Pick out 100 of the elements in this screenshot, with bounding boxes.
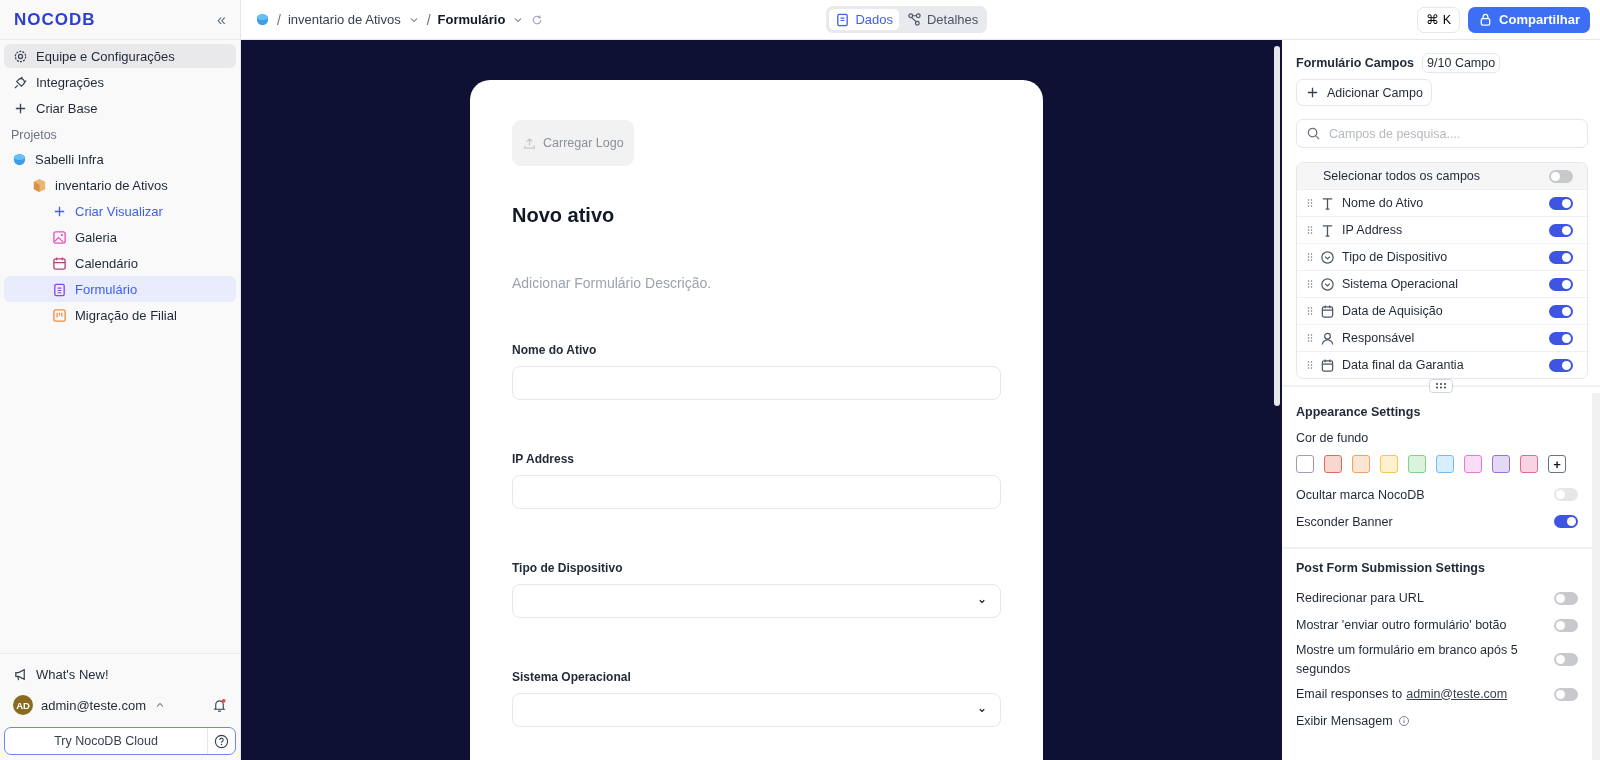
view-item[interactable]: Calendário (4, 250, 236, 276)
color-swatch[interactable] (1436, 455, 1454, 473)
setting-label: Email responses to admin@teste.com (1296, 685, 1508, 703)
setting-label: Ocultar marca NocoDB (1296, 487, 1425, 502)
section-heading: Post Form Submission Settings (1296, 561, 1486, 575)
drag-handle-icon[interactable] (1307, 279, 1313, 289)
toggle-switch[interactable] (1549, 250, 1573, 264)
user-icon (1320, 330, 1335, 346)
search-field[interactable]: Campos de pesquisa.... (1296, 119, 1588, 148)
select-all-label: Selecionar todos os campos (1323, 169, 1482, 183)
breadcrumb-link[interactable]: Formulário (437, 12, 506, 27)
view-name: Calendário (75, 255, 138, 271)
view-name: Criar Visualizar (75, 203, 163, 219)
field-label: Sistema Operacional (512, 670, 632, 684)
view-item[interactable]: Criar Visualizar (4, 198, 236, 224)
add-color-button[interactable]: + (1548, 455, 1566, 473)
toggle-switch[interactable] (1549, 169, 1573, 183)
color-swatch[interactable] (1520, 455, 1538, 473)
info-icon[interactable] (1397, 715, 1410, 727)
help-icon[interactable] (214, 733, 229, 749)
toggle-switch[interactable] (1554, 592, 1578, 605)
nodes-icon (906, 12, 922, 27)
upload-icon (522, 135, 537, 151)
table-name: inventario de Ativos (55, 177, 168, 193)
database-icon (12, 151, 27, 167)
toggle-switch[interactable] (1554, 515, 1578, 528)
field-name: Responsável (1342, 331, 1416, 345)
toggle-switch[interactable] (1549, 304, 1573, 318)
drag-handle-icon[interactable] (1307, 252, 1313, 262)
collapse-sidebar-button[interactable]: « (217, 10, 226, 29)
view-tab[interactable]: Detalhes (900, 9, 985, 30)
view-item[interactable]: Formulário (4, 276, 236, 302)
drag-handle-icon[interactable] (1307, 306, 1313, 316)
calendar-icon (1320, 357, 1335, 373)
field-label: Nome do Ativo (512, 343, 598, 357)
plus-icon (1305, 85, 1320, 100)
setting-label: Esconder Banner (1296, 514, 1393, 529)
toggle-switch[interactable] (1554, 653, 1578, 667)
bell-icon[interactable] (212, 697, 227, 713)
color-swatch[interactable] (1492, 455, 1510, 473)
drag-handle-icon[interactable] (1307, 360, 1313, 370)
toggle-switch[interactable] (1554, 687, 1578, 701)
reload-icon[interactable] (531, 13, 544, 26)
view-item[interactable]: Galeria (4, 224, 236, 250)
share-button[interactable]: Compartilhar (1468, 6, 1590, 33)
setting-label: Mostre um formulário em branco após 5 segundos (1296, 642, 1519, 678)
toggle-switch[interactable] (1549, 277, 1573, 291)
toggle-switch[interactable] (1549, 331, 1573, 345)
color-swatch[interactable] (1352, 455, 1370, 473)
user-email[interactable]: admin@teste.com (41, 697, 146, 713)
kanban-icon (52, 307, 67, 323)
color-swatch[interactable] (1380, 455, 1398, 473)
sidebar-item[interactable]: Integrações (4, 70, 236, 94)
sidebar-item[interactable]: Equipe e Configurações (4, 44, 236, 68)
input-field[interactable] (512, 366, 1001, 400)
text-type-icon (1320, 222, 1335, 238)
form-title[interactable]: Novo ativo (512, 204, 1001, 227)
toggle-switch[interactable] (1549, 223, 1573, 237)
command-palette-button[interactable]: ⌘ K (1417, 6, 1461, 33)
sidebar-item[interactable]: Criar Base (4, 96, 236, 120)
input-field[interactable] (512, 475, 1001, 509)
toggle-switch[interactable] (1549, 358, 1573, 372)
project-item[interactable]: Sabelli Infra (4, 146, 236, 172)
view-tab[interactable]: Dados (829, 9, 899, 30)
whats-new-item[interactable]: What's New! (4, 662, 236, 686)
drag-handle-icon[interactable] (1307, 225, 1313, 235)
drag-handle-icon[interactable] (1307, 333, 1313, 343)
chevron-circle-icon (1320, 249, 1335, 265)
setting-label: Exibir Mensagem (1296, 714, 1393, 728)
background-color-label: Cor de fundo (1296, 431, 1370, 445)
table-item[interactable]: inventario de Ativos (4, 172, 236, 198)
section-label: Projetos (10, 127, 58, 144)
breadcrumb-link[interactable]: inventario de Ativos (287, 12, 401, 27)
color-swatch[interactable] (1464, 455, 1482, 473)
project-name: Sabelli Infra (35, 151, 104, 167)
view-item[interactable]: Migração de Filial (4, 302, 236, 328)
resize-handle-icon[interactable] (1428, 379, 1454, 393)
view-name: Migração de Filial (75, 307, 177, 323)
color-swatch[interactable] (1408, 455, 1426, 473)
add-field-button[interactable]: Adicionar Campo (1296, 79, 1432, 106)
select-field[interactable] (512, 693, 1001, 727)
field-label: IP Address (512, 452, 576, 466)
select-field[interactable] (512, 584, 1001, 618)
drag-handle-icon[interactable] (1307, 198, 1313, 208)
database-icon (255, 12, 270, 27)
color-swatch[interactable] (1296, 455, 1314, 473)
field-name: Sistema Operacional (1342, 277, 1460, 291)
text-type-icon (1320, 195, 1335, 211)
breadcrumb-separator: / (426, 11, 431, 28)
field-label: Tipo de Dispositivo (512, 561, 624, 575)
field-name: Tipo de Dispositivo (1342, 250, 1449, 264)
field-name: Data final da Garantia (1342, 358, 1465, 372)
toggle-switch[interactable] (1554, 619, 1578, 632)
email-link[interactable]: admin@teste.com (1406, 686, 1508, 701)
breadcrumb-separator: / (277, 11, 281, 28)
field-name: IP Address (1342, 223, 1404, 237)
calendar-icon (52, 255, 67, 271)
setting-label: Mostrar 'enviar outro formulário' botão (1296, 617, 1507, 635)
color-swatch[interactable] (1324, 455, 1342, 473)
toggle-switch[interactable] (1549, 196, 1573, 210)
